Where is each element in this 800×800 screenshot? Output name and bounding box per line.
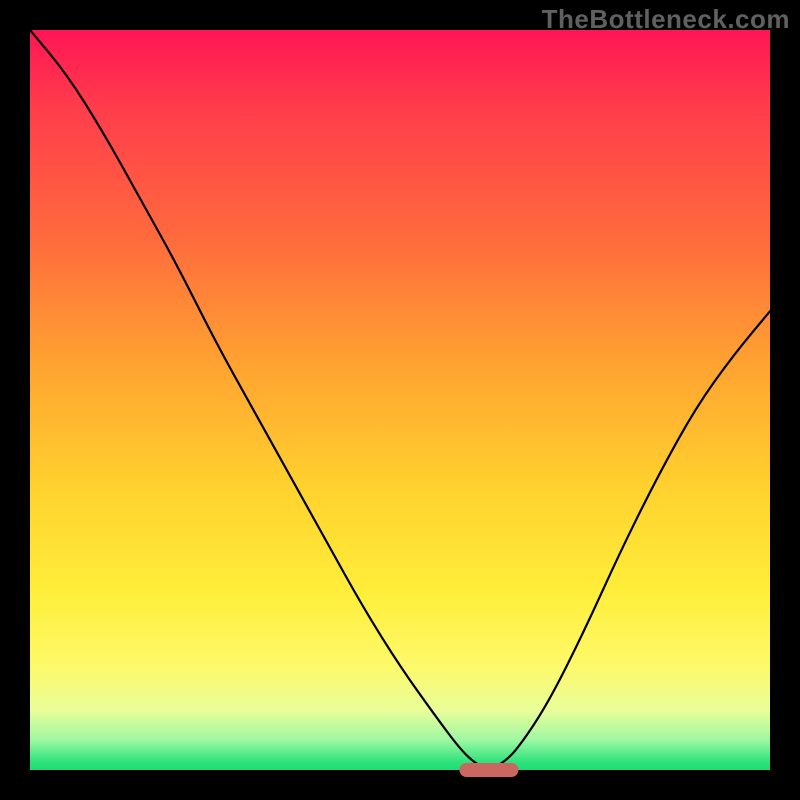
plot-frame (30, 30, 770, 770)
bottleneck-curve (30, 30, 770, 770)
chart-container: TheBottleneck.com (0, 0, 800, 800)
optimum-marker (459, 763, 518, 777)
curve-path (30, 30, 770, 768)
watermark-text: TheBottleneck.com (542, 4, 790, 35)
plot-area (30, 30, 770, 770)
